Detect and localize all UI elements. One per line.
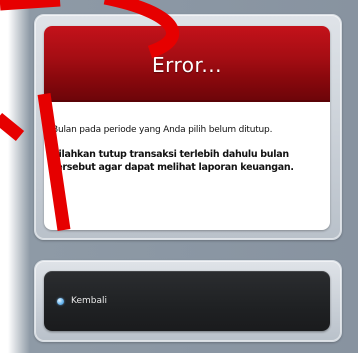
error-dialog: Error... Bulan pada periode yang Anda pi… [44,26,330,230]
error-header: Error... [44,26,330,102]
error-instruction: Silahkan tutup transaksi terlebih dahulu… [52,149,294,173]
error-title: Error... [152,53,222,77]
error-body: Bulan pada periode yang Anda pilih belum… [44,102,330,174]
error-message: Bulan pada periode yang Anda pilih belum… [52,125,273,135]
back-label: Kembali [71,296,107,306]
bullet-icon [57,297,64,305]
back-button[interactable]: Kembali [44,271,330,331]
